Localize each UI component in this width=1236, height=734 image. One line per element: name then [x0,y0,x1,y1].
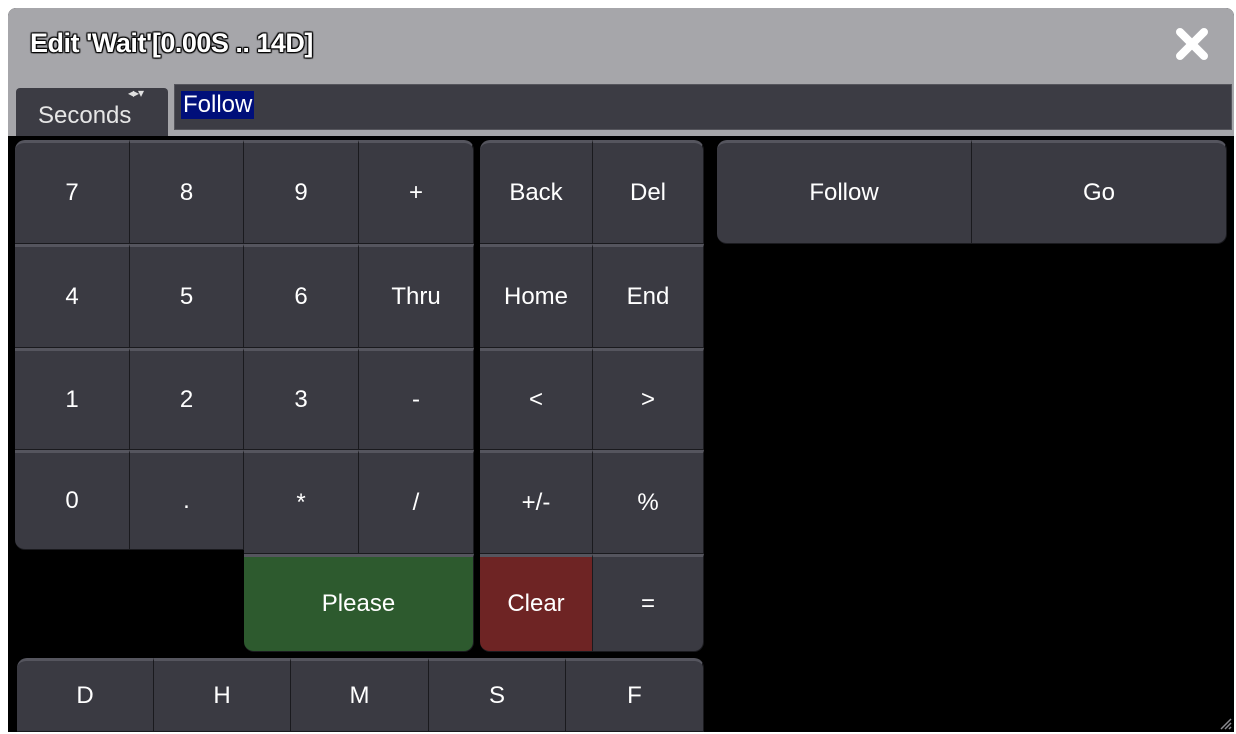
unit-selector[interactable]: ◂▸▾ Seconds [16,86,168,136]
key-dot[interactable]: . [130,450,244,550]
unit-button-hours[interactable]: H [154,658,291,732]
unit-button-seconds[interactable]: S [429,658,566,732]
key-2[interactable]: 2 [130,348,244,450]
unit-label: Seconds [38,102,132,129]
key-plus[interactable]: + [359,140,474,244]
key-1[interactable]: 1 [15,348,130,450]
key-multiply[interactable]: * [244,450,359,554]
key-0[interactable]: 0 [15,450,130,550]
key-end[interactable]: End [593,244,704,348]
dialog-title: Edit 'Wait'[0.00S .. 14D] [30,28,313,58]
key-6[interactable]: 6 [244,244,359,348]
key-percent[interactable]: % [593,450,704,554]
key-equals[interactable]: = [593,554,704,652]
titlebar: Edit 'Wait'[0.00S .. 14D] [8,8,1234,78]
key-7[interactable]: 7 [15,140,130,244]
key-3[interactable]: 3 [244,348,359,450]
key-back[interactable]: Back [480,140,593,244]
key-thru[interactable]: Thru [359,244,474,348]
unit-arrows-icon: ◂▸▾ [128,86,144,100]
close-button[interactable] [1172,24,1212,64]
value-input[interactable]: Follow [174,84,1232,130]
key-9[interactable]: 9 [244,140,359,244]
key-home[interactable]: Home [480,244,593,348]
please-button[interactable]: Please [244,554,474,652]
input-row: ◂▸▾ Seconds Follow [8,78,1234,136]
follow-button[interactable]: Follow [717,140,972,244]
value-input-text: Follow [181,91,255,119]
key-minus[interactable]: - [359,348,474,450]
key-8[interactable]: 8 [130,140,244,244]
key-5[interactable]: 5 [130,244,244,348]
resize-grip-icon[interactable] [1218,716,1232,730]
unit-button-days[interactable]: D [17,658,154,732]
key-del[interactable]: Del [593,140,704,244]
close-icon [1176,28,1208,60]
unit-button-minutes[interactable]: M [291,658,429,732]
key-cursor-right[interactable]: > [593,348,704,450]
go-button[interactable]: Go [972,140,1227,244]
key-divide[interactable]: / [359,450,474,554]
key-4[interactable]: 4 [15,244,130,348]
key-plus-minus[interactable]: +/- [480,450,593,554]
clear-button[interactable]: Clear [480,554,593,652]
edit-wait-dialog: Edit 'Wait'[0.00S .. 14D] ◂▸▾ Seconds Fo… [8,8,1234,732]
unit-button-frames[interactable]: F [566,658,704,732]
key-cursor-left[interactable]: < [480,348,593,450]
